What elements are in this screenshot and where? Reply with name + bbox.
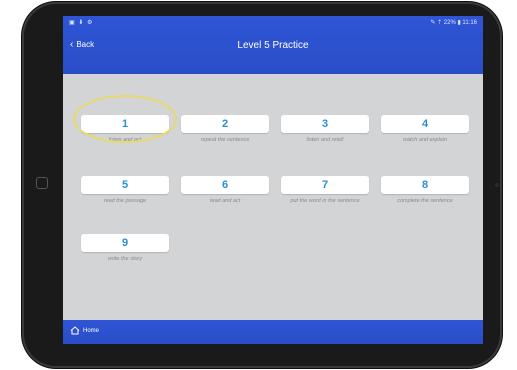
exercise-item: 5 read the passage bbox=[81, 176, 173, 205]
exercise-button-7[interactable]: 7 bbox=[281, 176, 369, 194]
exercise-item: 3 listen and retell bbox=[281, 115, 373, 144]
app-screen: ▣ ⬇ ⚙ ✎ ⇡ 22% ▮ 11:16 ‹ Back Level 5 Pra… bbox=[63, 16, 483, 344]
exercise-label: write the story bbox=[107, 256, 143, 262]
exercise-button-9[interactable]: 9 bbox=[81, 234, 169, 252]
exercise-item: 2 repeat the sentence bbox=[181, 115, 273, 144]
exercise-button-4[interactable]: 4 bbox=[381, 115, 469, 133]
exercise-item: 7 put the word in the sentence bbox=[281, 176, 373, 205]
selection-highlight-ring bbox=[73, 95, 177, 143]
exercise-label: read the passage bbox=[103, 198, 147, 204]
camera-dot bbox=[495, 183, 499, 187]
status-icons-right: ✎ ⇡ 22% ▮ 11:16 bbox=[430, 20, 477, 26]
status-icons-left: ▣ ⬇ ⚙ bbox=[69, 20, 94, 26]
home-hardware-button[interactable] bbox=[36, 177, 48, 189]
exercise-item: 9 write the story bbox=[81, 234, 173, 263]
exercise-label: read and act bbox=[209, 198, 241, 204]
home-button[interactable]: Home bbox=[70, 326, 99, 335]
exercise-label: listen and retell bbox=[306, 137, 344, 143]
exercise-label: complete the sentence bbox=[397, 198, 453, 204]
exercise-label: repeat the sentence bbox=[200, 137, 250, 143]
home-label: Home bbox=[83, 327, 100, 334]
exercise-item: 8 complete the sentence bbox=[381, 176, 473, 205]
home-icon bbox=[70, 326, 80, 335]
exercise-button-6[interactable]: 6 bbox=[181, 176, 269, 194]
exercise-button-3[interactable]: 3 bbox=[281, 115, 369, 133]
exercise-button-8[interactable]: 8 bbox=[381, 176, 469, 194]
exercise-item: 6 read and act bbox=[181, 176, 273, 205]
exercise-button-5[interactable]: 5 bbox=[81, 176, 169, 194]
exercise-label: put the word in the sentence bbox=[290, 198, 360, 204]
footer-bar: Home bbox=[63, 320, 483, 344]
exercise-button-2[interactable]: 2 bbox=[181, 115, 269, 133]
page-title: Level 5 Practice bbox=[237, 40, 309, 51]
header-bar: ▣ ⬇ ⚙ ✎ ⇡ 22% ▮ 11:16 ‹ Back Level 5 Pra… bbox=[63, 16, 483, 74]
exercise-label: watch and explain bbox=[402, 137, 448, 143]
exercise-item: 4 watch and explain bbox=[381, 115, 473, 144]
